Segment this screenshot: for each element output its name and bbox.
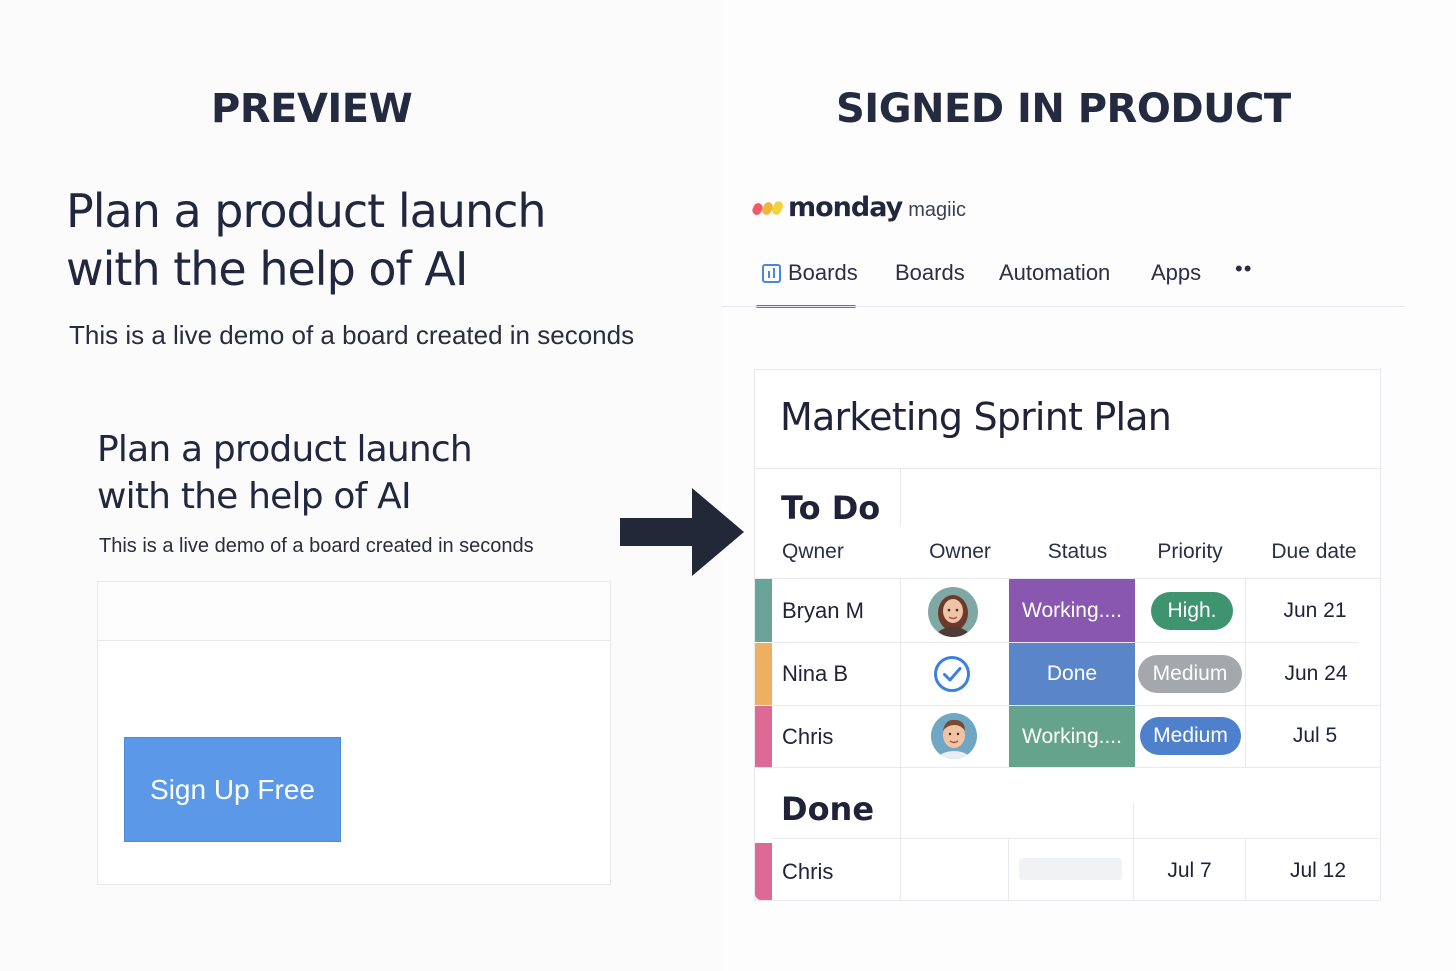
divider [1133, 803, 1134, 838]
row-color-bar [755, 843, 772, 900]
nav-tab-apps[interactable]: Apps [1151, 256, 1235, 308]
avatar-man-icon [931, 713, 977, 759]
group-title-to-do[interactable]: To Do [781, 489, 880, 527]
more-icon[interactable]: •• [1235, 256, 1265, 308]
hero-headline-line2: with the help of AI [66, 242, 468, 296]
logo-wordmark: monday [788, 191, 903, 223]
avatar-woman[interactable] [928, 587, 978, 637]
hero-subtitle: This is a live demo of a board created i… [69, 320, 635, 350]
check-circle-icon[interactable] [933, 655, 971, 693]
divider [900, 469, 901, 526]
row-item-name[interactable]: Chris [782, 859, 833, 885]
arrow-right-icon [620, 488, 744, 576]
row-item-name[interactable]: Bryan M [782, 598, 864, 624]
group-title-done[interactable]: Done [781, 790, 874, 828]
divider [755, 468, 1380, 469]
hero-headline: Plan a product launch with the help of A… [66, 182, 626, 298]
nav-tab-boards[interactable]: Boards [895, 256, 999, 308]
preview-card-headline: Plan a product launch with the help of A… [97, 426, 577, 520]
column-header-due-date[interactable]: Due date [1250, 540, 1378, 564]
divider [772, 838, 1380, 839]
divider [1245, 579, 1246, 767]
column-header-owner[interactable]: Owner [900, 540, 1020, 564]
divider [1245, 839, 1246, 900]
divider [900, 839, 901, 900]
row-color-bar [755, 579, 772, 642]
signed-in-column-title: SIGNED IN PRODUCT [836, 86, 1291, 132]
preview-card-headline-line2: with the help of AI [97, 476, 412, 517]
preview-card-headline-line1: Plan a product launch [97, 429, 473, 470]
nav-divider [722, 306, 1404, 307]
hero-headline-line1: Plan a product launch [66, 184, 547, 238]
divider [900, 579, 901, 767]
monday-logo-mark-icon [752, 201, 784, 215]
priority-pill-medium[interactable]: Medium [1138, 655, 1242, 693]
status-label-working[interactable]: Working.... [1009, 706, 1135, 767]
divider [900, 768, 901, 838]
column-header-name[interactable]: Qwner [782, 540, 844, 564]
nav-tab-boards-active[interactable]: Boards [756, 256, 895, 308]
divider [755, 767, 1380, 768]
top-nav: Boards Boards Automation Apps •• [756, 256, 1265, 308]
preview-board-strip [97, 581, 611, 641]
row-color-bar [755, 643, 772, 705]
column-header-priority[interactable]: Priority [1135, 540, 1245, 564]
column-header-status[interactable]: Status [1010, 540, 1145, 564]
status-empty-cell[interactable] [1019, 858, 1122, 880]
divider [1008, 839, 1009, 900]
board-title[interactable]: Marketing Sprint Plan [780, 395, 1172, 439]
nav-tab-label: Boards [788, 260, 858, 285]
row-item-name[interactable]: Nina B [782, 661, 848, 687]
avatar-woman-icon [928, 587, 978, 637]
priority-pill-high[interactable]: High. [1151, 592, 1233, 630]
due-date-cell[interactable]: Jun 24 [1256, 662, 1376, 686]
sign-up-free-button[interactable]: Sign Up Free [124, 737, 341, 842]
due-date-cell[interactable]: Jul 12 [1258, 859, 1378, 883]
preview-card-subtitle: This is a live demo of a board created i… [99, 535, 534, 557]
row-color-bar [755, 706, 772, 767]
logo-subtitle: magiic [908, 198, 967, 221]
nav-tab-automation[interactable]: Automation [999, 256, 1151, 308]
row-item-name[interactable]: Chris [782, 724, 833, 750]
nav-tab-label: Boards [895, 260, 965, 285]
due-date-cell[interactable]: Jun 21 [1256, 599, 1374, 623]
board-icon [762, 264, 781, 283]
due-date-cell[interactable]: Jul 5 [1256, 724, 1374, 748]
monday-logo[interactable]: monday magiic [752, 190, 966, 224]
nav-tab-label: Automation [999, 260, 1111, 285]
status-label-working[interactable]: Working.... [1009, 579, 1135, 642]
date-cell[interactable]: Jul 7 [1134, 859, 1245, 883]
priority-pill-medium[interactable]: Medium [1140, 717, 1241, 755]
status-label-done[interactable]: Done [1009, 643, 1135, 705]
nav-tab-label: Apps [1151, 260, 1202, 285]
avatar-man[interactable] [931, 713, 977, 759]
preview-column-title: PREVIEW [211, 86, 413, 132]
